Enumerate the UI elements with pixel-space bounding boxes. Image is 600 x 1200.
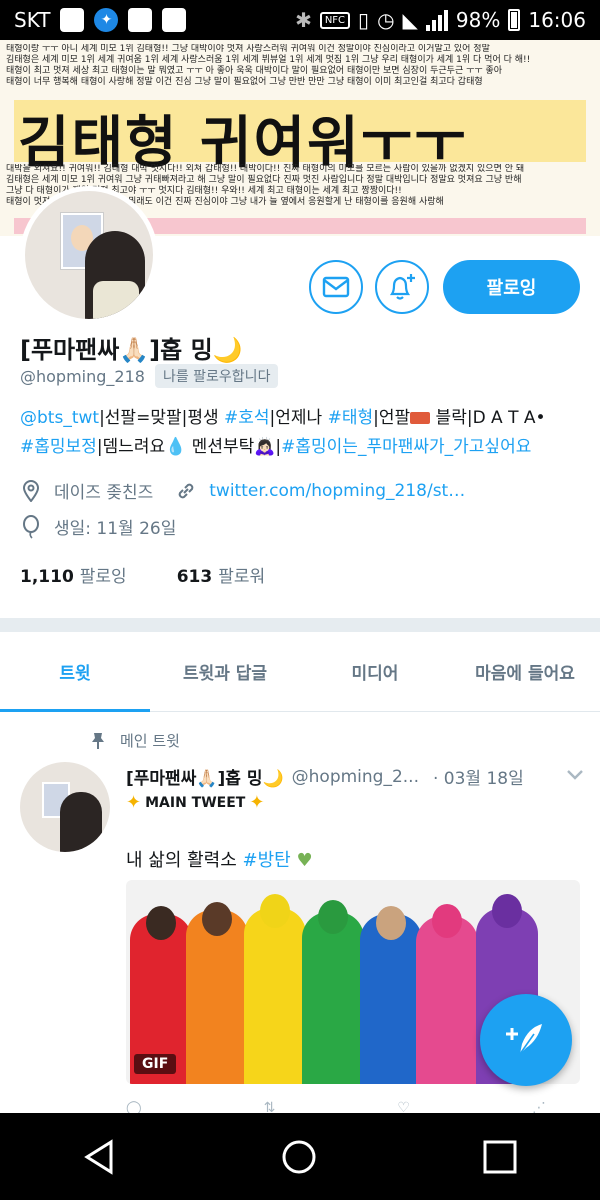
recents-icon[interactable]: [483, 1140, 517, 1174]
message-button[interactable]: [309, 260, 363, 314]
profile-meta-birthday: 생일: 11월 26일: [20, 514, 176, 539]
pin-icon: [92, 732, 104, 749]
tab-tweets-replies[interactable]: 트윗과 답글: [150, 632, 300, 711]
vibrate-icon: ▯: [358, 8, 370, 32]
tweet-author-name[interactable]: [푸마팬싸🙏🏻]홉 밍🌙: [126, 764, 284, 789]
signal-icon: [425, 9, 448, 31]
nfc-icon: NFC: [319, 11, 351, 29]
back-icon[interactable]: [83, 1138, 115, 1175]
battery-icon: [508, 9, 521, 31]
alarm-icon: ◷: [377, 8, 395, 32]
like-icon[interactable]: ♡: [397, 1100, 410, 1114]
followers-count[interactable]: 613 팔로워: [177, 562, 265, 587]
profile-handle: @hopming_218: [20, 366, 145, 386]
envelope-icon: [322, 276, 350, 298]
bio-line-1: @bts_twt|선팔=맞팔|평생 #호석|언제나 #태형|언팔 블락|D A …: [20, 408, 546, 428]
battery-percent: 98%: [455, 8, 501, 32]
bio-line-2: #홉밍보정|뎀느려요💧 멘션부탁🙇🏻‍♀️|#홉밍이는_푸마팬싸가_가고싶어요: [20, 437, 532, 457]
pinned-label-row: 메인 트윗: [90, 730, 180, 751]
pinned-label: 메인 트윗: [120, 732, 180, 750]
droplet-icon: 💧: [165, 437, 187, 457]
notification-icon: [60, 8, 85, 32]
tweet-author-handle: @hopming_2...: [291, 766, 419, 787]
location-pin-icon: [20, 479, 42, 502]
status-bar: SKT ✦ ✱ NFC ▯ ◷ ◣ 98% 16:06: [0, 0, 600, 40]
profile-avatar[interactable]: [20, 186, 158, 324]
green-heart-icon: ♥: [296, 850, 313, 871]
tab-media[interactable]: 미디어: [300, 632, 450, 711]
balloon-icon: [20, 514, 42, 539]
sparkle-icon: ✦: [126, 792, 142, 813]
messenger-icon: ✦: [94, 8, 119, 32]
retweet-icon[interactable]: ⇅: [264, 1100, 276, 1114]
app-notification-icon: [128, 8, 153, 32]
profile-meta-location: 데이즈 좆친즈 twitter.com/hopming_218/st…: [20, 478, 465, 503]
following-count[interactable]: 1,110 팔로잉: [20, 562, 127, 587]
carrier-label: SKT: [14, 8, 51, 32]
tweet-hashtag[interactable]: #방탄: [243, 850, 291, 871]
share-icon[interactable]: ⋰: [532, 1100, 546, 1114]
tweet-actions: ◯ ⇅ ♡ ⋰: [126, 1100, 546, 1114]
system-nav-bar: [0, 1113, 600, 1200]
profile-name: [푸마팬싸🙏🏻]홉 밍🌙: [20, 336, 243, 364]
handle-row: @hopming_218 나를 팔로우합니다: [20, 364, 279, 388]
tweet-text: 내 삶의 활력소 #방탄 ♥: [126, 850, 313, 871]
location-text: 데이즈 좆친즈: [54, 483, 154, 503]
tab-likes[interactable]: 마음에 들어요: [450, 632, 600, 711]
bio-hashtag-taehyung[interactable]: #태형: [328, 408, 374, 428]
tab-tweets[interactable]: 트윗: [0, 632, 150, 712]
tweet-avatar[interactable]: [20, 762, 110, 852]
wifi-icon: ◣: [402, 8, 418, 32]
profile-url-link[interactable]: twitter.com/hopming_218/st…: [209, 481, 465, 501]
bluetooth-icon: ✱: [295, 8, 312, 32]
profile-tabs: 트윗 트윗과 답글 미디어 마음에 들어요: [0, 632, 600, 712]
tweet-date: · 03월 18일: [432, 769, 524, 789]
notify-button[interactable]: [375, 260, 429, 314]
bio-hashtag-puma[interactable]: #홉밍이는_푸마팬싸가_가고싶어요: [281, 437, 531, 457]
bio-hashtag-edit[interactable]: #홉밍보정: [20, 437, 97, 457]
birthday-text: 생일: 11월 26일: [54, 519, 177, 539]
sparkle-icon-2: ✦: [249, 792, 265, 813]
link-icon: [175, 480, 197, 502]
tweet-main-label: ✦ MAIN TWEET ✦: [126, 792, 265, 813]
compose-tweet-button[interactable]: [480, 994, 572, 1086]
soon-arrow-icon: [410, 412, 431, 424]
section-divider: [0, 618, 600, 632]
chevron-down-icon[interactable]: [566, 766, 584, 786]
app-notification-icon-2: [162, 8, 187, 32]
bio-hashtag-hoseok[interactable]: #호석: [224, 408, 270, 428]
bell-plus-icon: [389, 274, 415, 300]
feather-plus-icon: [506, 1024, 542, 1055]
gif-badge: GIF: [134, 1054, 177, 1074]
following-button[interactable]: 팔로잉: [443, 260, 580, 314]
bio-mention[interactable]: @bts_twt: [20, 408, 99, 428]
home-icon[interactable]: [281, 1139, 317, 1175]
follow-counts: 1,110 팔로잉 613 팔로워: [20, 562, 265, 587]
tweet-header: [푸마팬싸🙏🏻]홉 밍🌙 @hopming_2... · 03월 18일: [126, 764, 586, 789]
clock: 16:06: [528, 8, 586, 32]
follows-you-badge: 나를 팔로우합니다: [154, 364, 279, 388]
reply-icon[interactable]: ◯: [126, 1100, 142, 1114]
banner-text-top: 태형이랑 ㅜㅜ 아니 세계 미모 1위 김태형!! 그냥 대박이야 멋져 사랑스…: [6, 44, 531, 87]
profile-bio: @bts_twt|선팔=맞팔|평생 #호석|언제나 #태형|언팔 블락|D A …: [20, 404, 586, 462]
